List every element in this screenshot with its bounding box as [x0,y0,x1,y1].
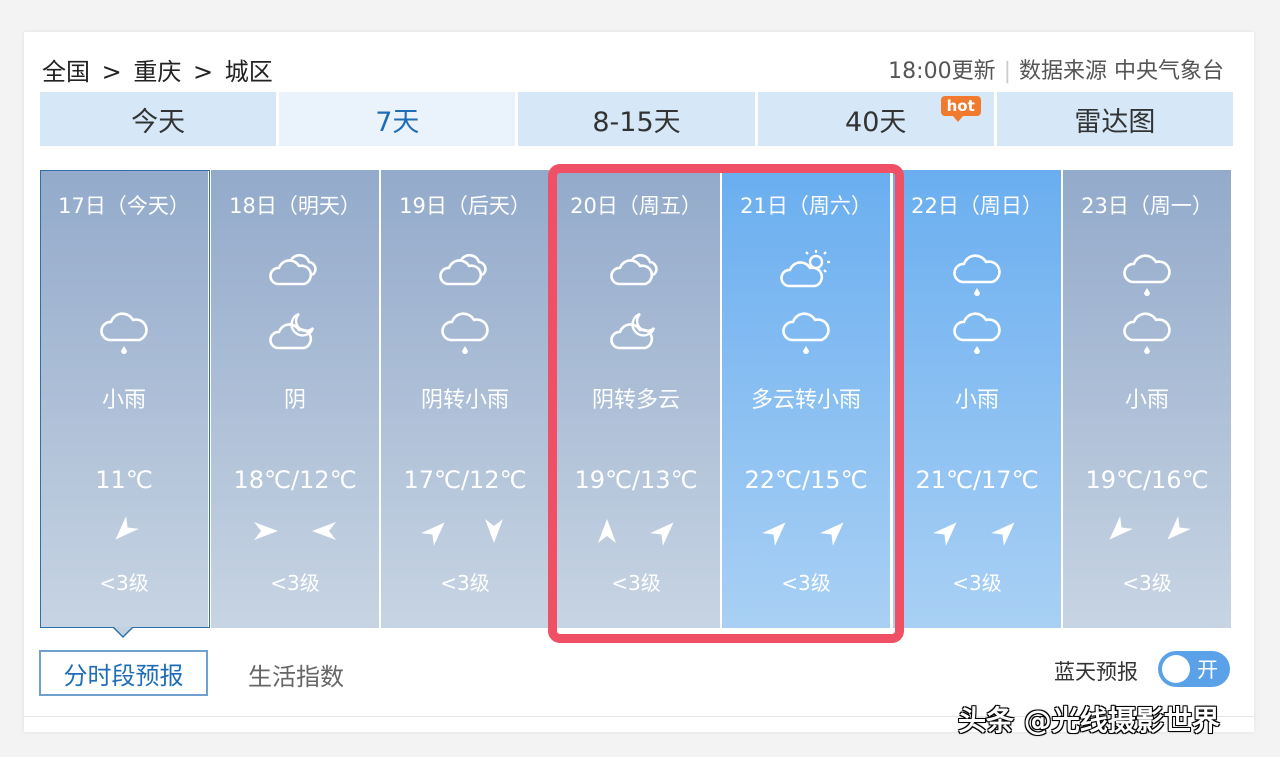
day-date: 18日（明天） [229,194,361,218]
wind-arrow-s-icon [479,516,509,550]
wind-arrow-sw-icon [1161,516,1191,550]
weather-description: 小雨 [101,388,146,413]
wind-direction [722,516,890,546]
cloudy-icon [439,248,491,292]
day-column[interactable]: 23日（周一） 小雨 19℃/16℃ <3级 [1063,170,1231,628]
tab-8-15days[interactable]: 8-15天 [518,92,755,146]
day-date: 22日（周日） [911,194,1043,218]
tab-today[interactable]: 今天 [40,92,277,146]
wind-direction [893,516,1061,546]
day-date: 23日（周一） [1081,194,1213,218]
cloudy-icon [610,248,662,292]
tab-label: 40天 [845,106,907,138]
wind-level: <3级 [611,571,661,595]
divider: | [1003,59,1011,84]
temperature: 19℃/16℃ [1085,466,1209,494]
tab-label: 8-15天 [592,106,681,138]
wind-direction [552,516,720,546]
forecast-tabs: 今天 7天 8-15天 40天 hot 雷达图 [40,92,1234,146]
rain-icon [780,306,832,356]
wind-arrow-w-icon [309,516,339,550]
tab-label: 雷达图 [1074,106,1156,138]
wind-arrow-sw-icon [1103,516,1133,550]
wind-direction [381,516,549,546]
breadcrumb: 全国 > 重庆 > 城区 [42,52,277,87]
day-column[interactable]: 18日（明天） 阴 18℃/12℃ <3级 [211,170,379,628]
rain-icon [1121,306,1173,356]
day-column[interactable]: 21日（周六） 多云转小雨 22℃/15℃ <3级 [722,170,890,628]
rain-icon [439,306,491,356]
breadcrumb-sep: > [101,58,122,86]
day-column[interactable]: 19日（后天） 阴转小雨 17℃/12℃ <3级 [381,170,549,628]
wind-arrow-sw-icon [109,516,139,550]
blue-sky-toggle[interactable]: 开 [1158,651,1230,687]
partly-cloudy-night-icon [269,306,321,356]
temperature: 11℃ [95,466,153,494]
day-column[interactable]: 22日（周日） 小雨 21℃/17℃ <3级 [893,170,1061,628]
weather-description: 小雨 [1124,388,1169,413]
breadcrumb-city[interactable]: 城区 [225,58,273,86]
update-info: 18:00更新 | 数据来源 中央气象台 [888,53,1224,85]
temperature: 21℃/17℃ [915,466,1039,494]
tab-radar[interactable]: 雷达图 [996,92,1234,146]
wind-arrow-ne-icon [991,516,1021,550]
weather-description: 小雨 [954,388,999,413]
rain-icon [1121,248,1173,296]
wind-direction [1063,516,1231,546]
weather-description: 阴 [283,388,306,413]
watermark: 头条 @光线摄影世界 [958,704,1220,737]
wind-arrow-ne-icon [820,516,850,550]
wind-direction [211,516,379,546]
wind-level: <3级 [99,571,149,595]
update-time: 18:00更新 [888,59,996,84]
day-date: 17日（今天） [58,194,190,218]
day-date: 19日（后天） [399,194,531,218]
day-column[interactable]: 17日（今天） 小雨 11℃ <3级 [40,170,208,628]
day-date: 21日（周六） [740,194,872,218]
data-source: 数据来源 中央气象台 [1019,59,1224,84]
rain-icon [951,248,1003,296]
toggle-label: 开 [1197,658,1218,682]
temperature: 18℃/12℃ [233,466,357,494]
tab-hourly-forecast[interactable]: 分时段预报 [39,650,208,696]
wind-level: <3级 [781,571,831,595]
tab-label: 今天 [131,106,186,138]
day-date: 20日（周五） [570,194,702,218]
wind-arrow-ne-icon [933,516,963,550]
wind-arrow-ne-icon [650,516,680,550]
temperature: 19℃/13℃ [574,466,698,494]
weather-description: 阴转多云 [591,388,680,413]
temperature: 22℃/15℃ [744,466,868,494]
wind-arrow-e-icon [251,516,281,550]
wind-level: <3级 [440,571,490,595]
tab-40days[interactable]: 40天 hot [757,92,994,146]
today-pointer [113,627,133,638]
wind-level: <3级 [270,571,320,595]
weather-description: 多云转小雨 [750,388,861,413]
tab-life-index[interactable]: 生活指数 [248,657,344,692]
partly-cloudy-night-icon [610,306,662,356]
wind-arrow-n-icon [592,516,622,550]
tab-label: 7天 [375,106,420,138]
toggle-knob [1162,655,1190,683]
wind-level: <3级 [1122,571,1172,595]
hot-badge: hot [940,96,981,122]
weather-description: 阴转小雨 [420,388,509,413]
rain-icon [951,306,1003,356]
wind-direction [40,516,208,546]
partly-cloudy-day-icon [780,248,832,292]
breadcrumb-sep: > [193,58,214,86]
daily-forecast: 17日（今天） 小雨 11℃ <3级 18日（明天）阴 18℃/12℃ <3级 19日（后天）… [40,170,1233,628]
wind-arrow-ne-icon [762,516,792,550]
day-column[interactable]: 20日（周五） 阴转多云 19℃/13℃ <3级 [552,170,720,628]
wind-arrow-ne-icon [421,516,451,550]
breadcrumb-country[interactable]: 全国 [42,58,90,86]
temperature: 17℃/12℃ [403,466,527,494]
blue-sky-label: 蓝天预报 [1054,660,1138,684]
tab-7days[interactable]: 7天 [279,92,516,146]
cloudy-icon [269,248,321,292]
breadcrumb-province[interactable]: 重庆 [133,58,181,86]
wind-level: <3级 [952,571,1002,595]
rain-icon [98,306,150,356]
